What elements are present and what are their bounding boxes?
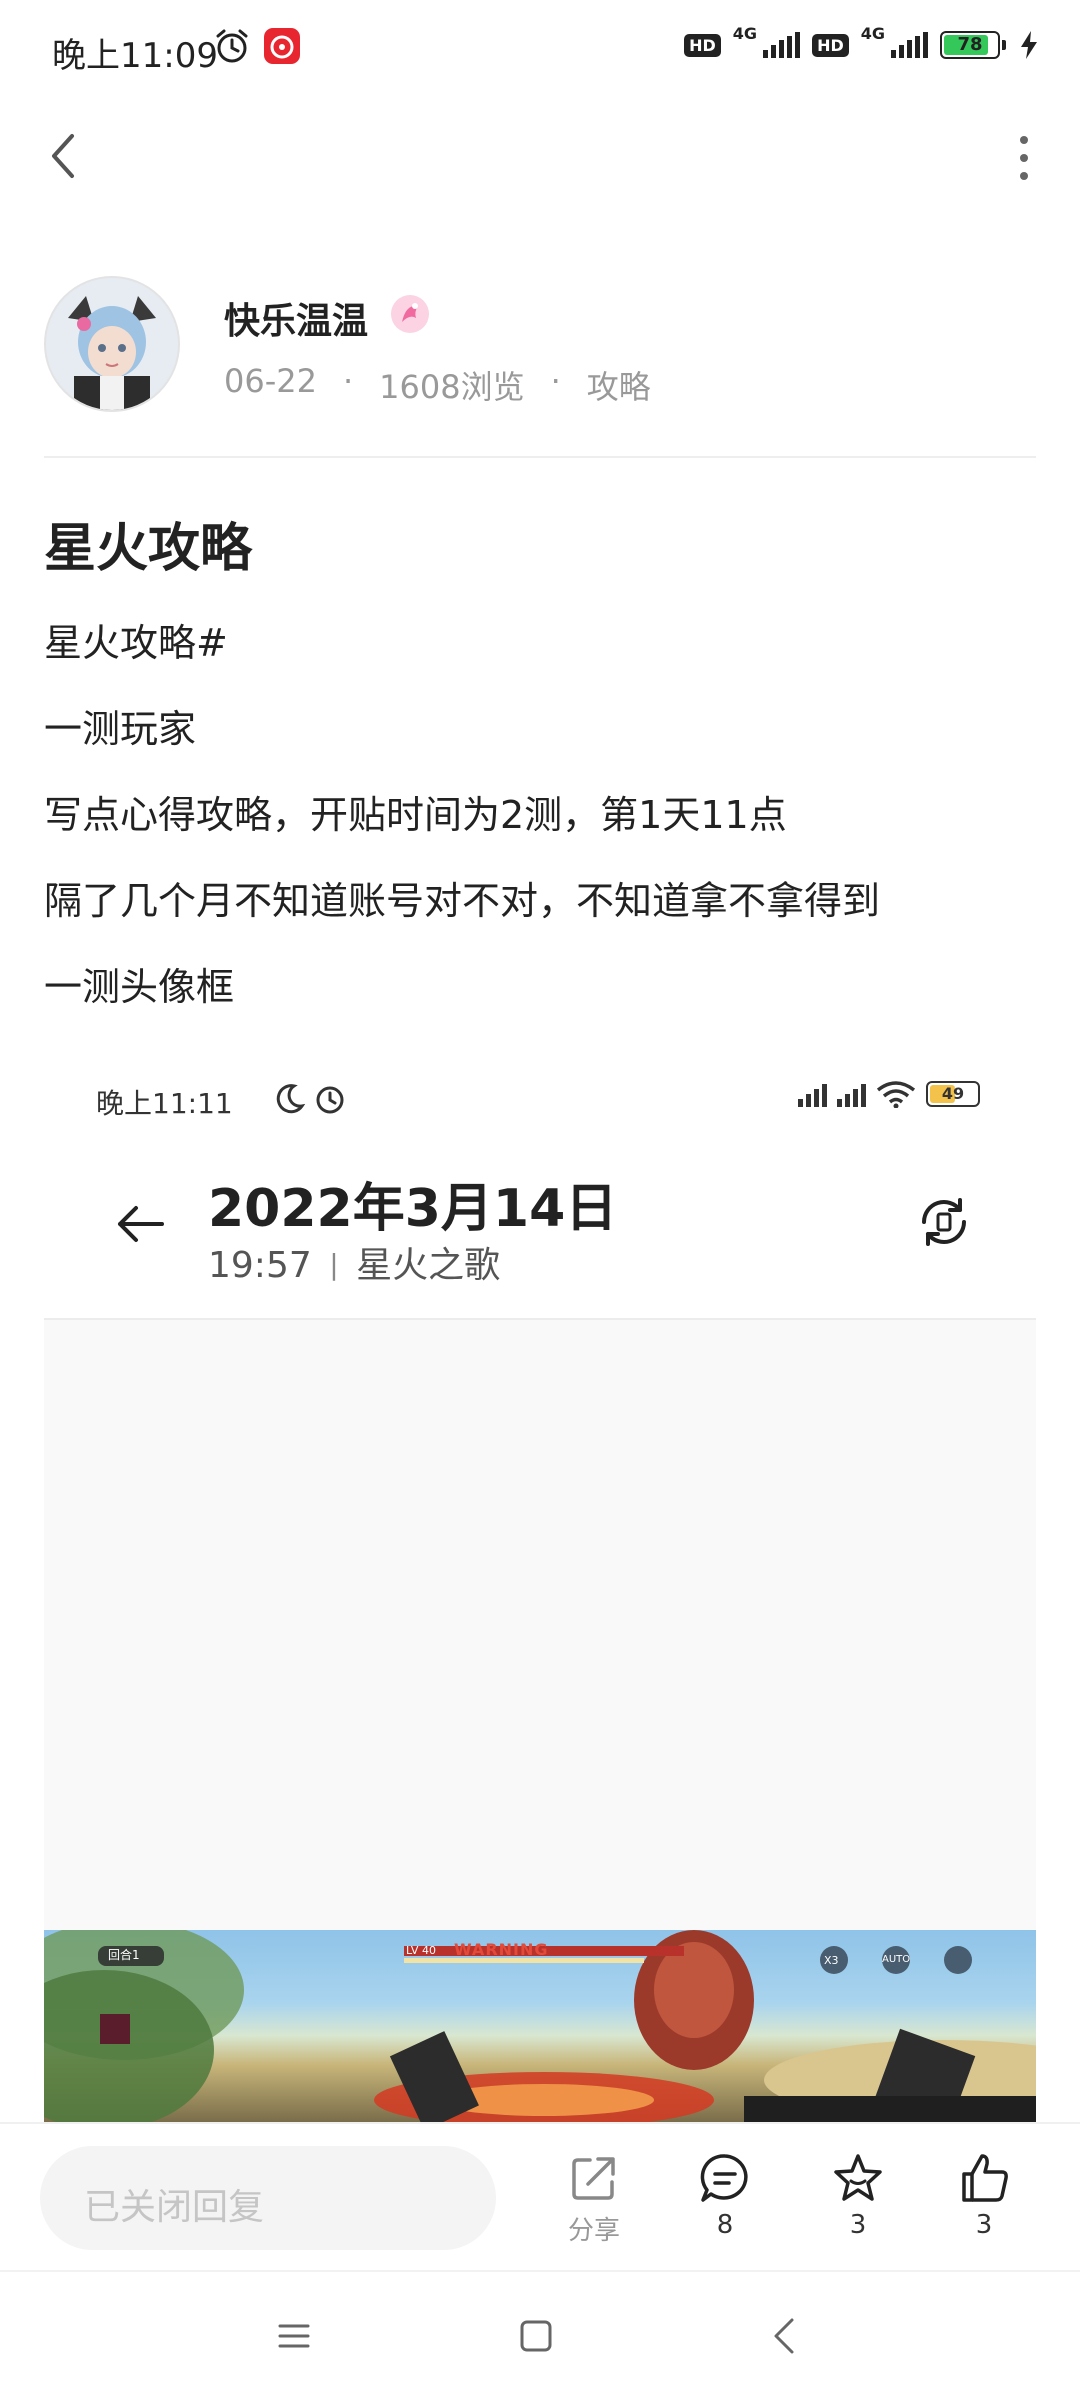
divider — [44, 456, 1036, 458]
post-paragraph: 一测头像框 — [44, 965, 235, 1009]
embedded-image-area — [44, 1320, 1036, 1930]
charging-icon — [1021, 31, 1037, 59]
comment-button[interactable]: 8 — [675, 2150, 775, 2240]
embedded-subtitle-separator: | — [329, 1248, 339, 1281]
comment-icon — [700, 2154, 748, 2202]
alarm-icon — [216, 29, 248, 63]
embedded-signal-icon-2 — [837, 1081, 866, 1107]
home-icon[interactable] — [518, 2318, 554, 2354]
battery-icon: 78 — [940, 31, 1000, 59]
network-type-2: 4G — [860, 23, 885, 43]
share-button[interactable]: 分享 — [544, 2150, 644, 2247]
network-type: 4G — [732, 23, 758, 43]
hd-badge-2: HD — [812, 33, 849, 57]
view-count: 1608浏览 — [379, 368, 525, 406]
rotate-screen-icon — [922, 1198, 966, 1246]
embedded-back-arrow-icon — [118, 1206, 164, 1242]
hd-badge: HD — [684, 33, 721, 57]
netease-music-icon — [264, 28, 300, 64]
meta-separator-2: · — [550, 362, 561, 400]
back-arrow-icon[interactable] — [44, 126, 84, 186]
meta-separator: · — [342, 362, 354, 400]
wifi-icon — [876, 1081, 916, 1108]
embedded-subtitle-app: 星火之歌 — [356, 1245, 501, 1286]
game-speed-label: X3 — [824, 1954, 839, 1967]
post-category[interactable]: 攻略 — [587, 362, 651, 408]
game-level-label: LV 40 — [406, 1944, 436, 1957]
battery-cap — [1002, 40, 1006, 50]
status-bar: 晚上11:09 HD 4G HD 4G 78 — [0, 0, 1080, 100]
battery-level: 78 — [957, 34, 983, 55]
embedded-title: 2022年3月14日 — [208, 1179, 618, 1239]
embedded-subtitle: 19:57 | 星火之歌 — [208, 1236, 500, 1288]
embedded-subtitle-time: 19:57 — [208, 1245, 312, 1286]
post-meta: 06-22 · 1608浏览 · 攻略 — [224, 362, 651, 408]
signal-icon — [763, 32, 801, 58]
embedded-alarm-icon — [316, 1086, 344, 1114]
user-badge-icon — [391, 295, 429, 333]
moon-icon — [276, 1084, 306, 1114]
favorite-button[interactable]: 3 — [808, 2150, 908, 2240]
thumbs-up-icon — [962, 2154, 1008, 2202]
post-title: 星火攻略 — [44, 519, 253, 579]
like-button[interactable]: 3 — [934, 2150, 1034, 2240]
share-icon — [572, 2157, 615, 2200]
status-time: 晚上11:09 — [52, 36, 218, 76]
post-paragraph: 一测玩家 — [44, 707, 197, 751]
embedded-status-indicators: 49 — [798, 1080, 980, 1108]
embedded-battery-icon: 49 — [926, 1081, 980, 1107]
game-round-label: 回合1 — [108, 1948, 140, 1962]
post-paragraph: 写点心得攻略，开贴时间为2测，第1天11点 — [44, 793, 787, 837]
embedded-battery-level: 49 — [941, 1084, 965, 1103]
like-count: 3 — [975, 2210, 993, 2240]
signal-icon-2 — [891, 32, 928, 58]
more-options-icon[interactable] — [1004, 130, 1044, 186]
embedded-signal-icon — [798, 1081, 827, 1107]
post-paragraph: 隔了几个月不知道账号对不对，不知道拿不拿得到 — [44, 879, 881, 923]
star-icon — [834, 2154, 882, 2201]
share-label: 分享 — [567, 2216, 620, 2246]
menu-icon[interactable] — [276, 2318, 312, 2354]
system-back-icon[interactable] — [766, 2316, 802, 2356]
favorite-count: 3 — [849, 2210, 867, 2240]
reply-placeholder: 已关闭回复 — [84, 2187, 265, 2228]
game-auto-label: AUTO — [882, 1954, 911, 1965]
embedded-status-time: 晚上11:11 — [96, 1087, 233, 1120]
author-name[interactable]: 快乐温温 — [224, 292, 368, 344]
game-warning-label: WARNING — [454, 1940, 549, 1959]
post-date: 06-22 — [224, 362, 317, 400]
avatar[interactable] — [44, 276, 180, 412]
comment-count: 8 — [716, 2210, 734, 2240]
status-indicators: HD 4G HD 4G 78 — [684, 24, 1040, 60]
post-paragraph: 星火攻略# — [44, 621, 228, 665]
game-screenshot: 回合1 LV 40 WARNING X3 AUTO — [44, 1930, 1036, 2122]
